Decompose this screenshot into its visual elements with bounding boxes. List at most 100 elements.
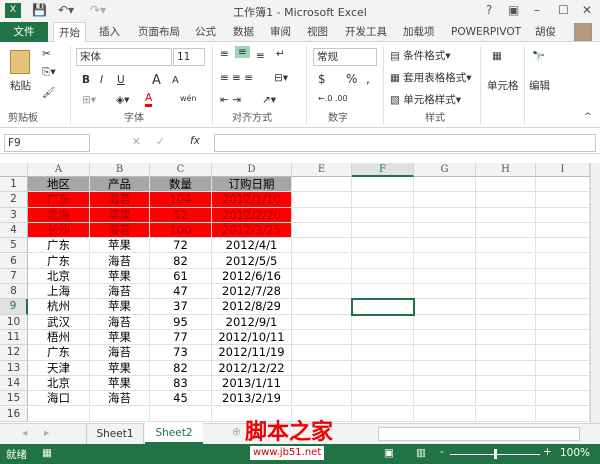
empty-cell[interactable] — [536, 391, 590, 407]
cut-icon[interactable]: ✂ — [42, 48, 51, 60]
phonetic-button[interactable]: wén — [180, 94, 197, 103]
name-box[interactable]: F9 — [4, 134, 90, 152]
tab-file[interactable]: 文件 — [0, 22, 48, 42]
table-cell[interactable]: 83 — [150, 375, 212, 392]
empty-cell[interactable] — [292, 314, 352, 330]
column-header-h[interactable]: H — [476, 163, 536, 177]
table-cell[interactable]: 数量 — [150, 177, 212, 193]
empty-cell[interactable] — [90, 406, 150, 422]
empty-cell[interactable] — [536, 345, 590, 361]
paste-icon[interactable] — [10, 50, 30, 74]
empty-cell[interactable] — [292, 222, 352, 239]
empty-cell[interactable] — [536, 330, 590, 346]
zoom-out-button[interactable]: - — [440, 446, 444, 458]
table-cell[interactable]: 2013/2/19 — [212, 391, 292, 407]
table-cell[interactable]: 82 — [150, 360, 212, 376]
font-color-icon[interactable]: A — [145, 92, 153, 107]
paste-button[interactable]: 粘贴 — [10, 78, 31, 93]
number-format-select[interactable]: 常规 — [313, 48, 377, 66]
empty-cell[interactable] — [414, 253, 476, 269]
table-cell[interactable]: 广东 — [28, 238, 90, 254]
bold-button[interactable]: B — [82, 74, 90, 86]
table-cell[interactable]: 北海 — [28, 207, 90, 223]
empty-cell[interactable] — [292, 375, 352, 392]
tab-powerpivot[interactable]: POWERPIVOT — [446, 22, 526, 42]
empty-cell[interactable] — [414, 406, 476, 422]
empty-cell[interactable] — [352, 360, 414, 376]
column-header-d[interactable]: D — [212, 163, 292, 177]
column-header-e[interactable]: E — [292, 163, 352, 177]
zoom-slider-thumb[interactable] — [494, 449, 497, 459]
row-header-5[interactable]: 5 — [0, 238, 28, 254]
zoom-level[interactable]: 100% — [560, 447, 590, 459]
tab-developer[interactable]: 开发工具 — [340, 22, 392, 42]
empty-cell[interactable] — [536, 360, 590, 376]
empty-cell[interactable] — [476, 391, 536, 407]
table-cell[interactable]: 2012/8/29 — [212, 299, 292, 315]
empty-cell[interactable] — [352, 207, 414, 223]
decimal-buttons[interactable]: ←.0 .00 — [318, 94, 348, 103]
empty-cell[interactable] — [476, 345, 536, 361]
table-cell[interactable]: 产品 — [90, 177, 150, 193]
table-cell[interactable]: 2012/11/19 — [212, 345, 292, 361]
row-header-9[interactable]: 9 — [0, 299, 28, 315]
sheet-tab-sheet1[interactable]: Sheet1 — [86, 424, 144, 444]
table-cell[interactable]: 天津 — [28, 360, 90, 376]
empty-cell[interactable] — [536, 238, 590, 254]
empty-cell[interactable] — [292, 238, 352, 254]
zoom-in-button[interactable]: + — [543, 446, 552, 458]
table-cell[interactable]: 45 — [150, 391, 212, 407]
empty-cell[interactable] — [292, 345, 352, 361]
empty-cell[interactable] — [476, 192, 536, 208]
font-name-select[interactable]: 宋体 — [76, 48, 172, 66]
vertical-scrollbar[interactable] — [590, 163, 600, 423]
empty-cell[interactable] — [476, 406, 536, 422]
table-cell[interactable]: 100 — [150, 222, 212, 239]
empty-cell[interactable] — [28, 406, 90, 422]
user-name[interactable]: 胡俊 — [530, 22, 561, 42]
empty-cell[interactable] — [292, 330, 352, 346]
empty-cell[interactable] — [536, 192, 590, 208]
align-bottom-icon[interactable]: ≡ — [256, 50, 265, 62]
row-header-13[interactable]: 13 — [0, 360, 28, 376]
table-cell[interactable]: 2012/2/20 — [212, 207, 292, 223]
empty-cell[interactable] — [536, 207, 590, 223]
column-header-b[interactable]: B — [90, 163, 150, 177]
empty-cell[interactable] — [292, 253, 352, 269]
cell-style-button[interactable]: ▧ 单元格样式▾ — [390, 92, 461, 107]
empty-cell[interactable] — [150, 406, 212, 422]
empty-cell[interactable] — [352, 345, 414, 361]
empty-cell[interactable] — [352, 177, 414, 193]
horizontal-scrollbar[interactable] — [378, 427, 580, 441]
ribbon-display-button[interactable]: ▣ — [508, 3, 519, 17]
formula-input[interactable] — [214, 134, 596, 152]
empty-cell[interactable] — [536, 177, 590, 193]
tab-insert[interactable]: 插入 — [94, 22, 125, 42]
column-header-g[interactable]: G — [414, 163, 476, 177]
add-sheet-icon[interactable]: ⊕ — [232, 426, 241, 438]
table-cell[interactable]: 北京 — [28, 268, 90, 285]
empty-cell[interactable] — [476, 375, 536, 392]
percent-button[interactable]: % — [346, 72, 357, 86]
empty-cell[interactable] — [476, 330, 536, 346]
table-cell[interactable]: 2012/3/25 — [212, 222, 292, 239]
empty-cell[interactable] — [414, 314, 476, 330]
empty-cell[interactable] — [352, 222, 414, 239]
table-cell[interactable]: 苹果 — [90, 238, 150, 254]
empty-cell[interactable] — [352, 192, 414, 208]
table-cell[interactable]: 广东 — [28, 345, 90, 361]
empty-cell[interactable] — [476, 314, 536, 330]
cells-button[interactable]: 单元格 — [487, 78, 519, 93]
empty-cell[interactable] — [414, 360, 476, 376]
empty-cell[interactable] — [414, 375, 476, 392]
collapse-ribbon-icon[interactable]: ^ — [584, 112, 592, 122]
align-top-icon[interactable]: ≡ — [220, 48, 229, 60]
empty-cell[interactable] — [476, 360, 536, 376]
table-cell[interactable]: 海苔 — [90, 345, 150, 361]
conditional-format-button[interactable]: ▤ 条件格式▾ — [390, 48, 451, 63]
table-cell[interactable]: 海苔 — [90, 314, 150, 330]
table-cell[interactable]: 广东 — [28, 192, 90, 208]
next-sheet-icon[interactable]: ▸ — [44, 427, 49, 439]
table-cell[interactable]: 海苔 — [90, 192, 150, 208]
row-header-15[interactable]: 15 — [0, 391, 28, 407]
